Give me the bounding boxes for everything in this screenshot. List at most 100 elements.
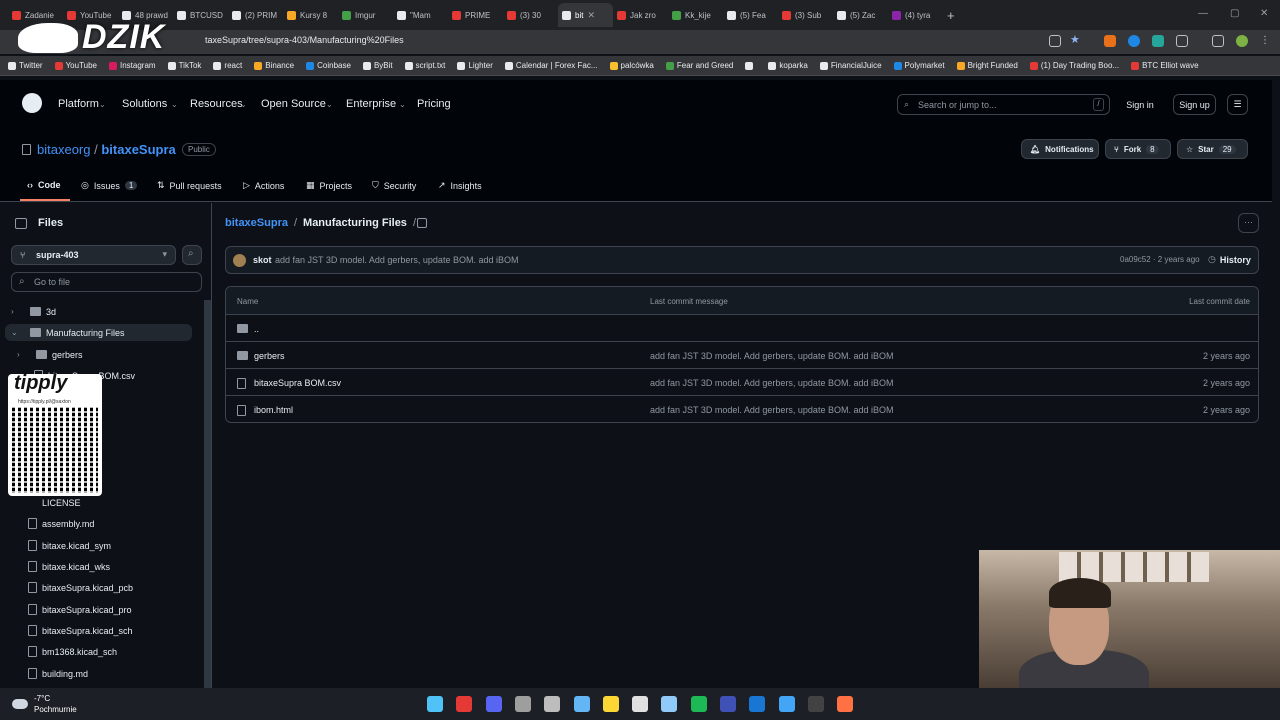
bookmark-item[interactable]: Coinbase <box>306 61 351 70</box>
bookmark-item[interactable]: palcówka <box>609 61 654 70</box>
media-icon[interactable] <box>1212 35 1224 47</box>
browser-tab[interactable]: BTCUSD <box>173 3 228 27</box>
sign-in-link[interactable]: Sign in <box>1122 94 1158 115</box>
browser-tab[interactable]: Kk_kije <box>668 3 723 27</box>
repo-name-link[interactable]: bitaxeSupra <box>101 142 175 157</box>
url-text[interactable]: taxeSupra/tree/supra-403/Manufacturing%2… <box>205 35 404 45</box>
nav-resources[interactable]: Resources <box>190 98 243 110</box>
discord-icon[interactable] <box>486 696 502 712</box>
tree-item-manufacturing-files[interactable]: ⌄ Manufacturing Files <box>5 324 192 341</box>
bookmark-item[interactable]: Calendar | Forex Fac... <box>504 61 598 70</box>
terminal-icon[interactable] <box>808 696 824 712</box>
browser-tab[interactable]: (3) Sub <box>778 3 833 27</box>
profile-avatar-icon[interactable] <box>1236 35 1248 47</box>
row-name[interactable]: ibom.html <box>254 405 293 415</box>
tab-code[interactable]: ‹› Code <box>27 180 61 190</box>
tab-insights[interactable]: ↗ Insights <box>438 180 482 191</box>
browser-tab[interactable]: "Mam <box>393 3 448 27</box>
chevron-right-icon[interactable]: › <box>11 307 19 316</box>
tree-item-license[interactable]: LICENSE <box>28 497 81 508</box>
spotify-icon[interactable] <box>691 696 707 712</box>
more-options-button[interactable]: ··· <box>1238 213 1259 233</box>
github-logo-icon[interactable] <box>22 93 42 113</box>
bookmark-item[interactable] <box>745 61 756 70</box>
install-icon[interactable] <box>1049 35 1061 47</box>
star-button[interactable]: ☆ Star 29 <box>1177 139 1248 159</box>
tab-actions[interactable]: ▷ Actions <box>243 180 284 191</box>
go-to-file-input[interactable]: ⌕ Go to file <box>11 272 202 292</box>
row-commit-message[interactable]: add fan JST 3D model. Add gerbers, updat… <box>650 351 893 361</box>
explorer-icon[interactable] <box>603 696 619 712</box>
bookmark-item[interactable]: Binance <box>254 61 294 70</box>
commit-author[interactable]: skot <box>253 255 272 265</box>
tree-item-kicad-sch[interactable]: bitaxeSupra.kicad_sch <box>28 625 133 636</box>
weather-widget[interactable]: -7°C Pochmurnie <box>12 693 77 715</box>
browser-tab[interactable]: Imgur <box>338 3 393 27</box>
tree-item-kicad-pcb[interactable]: bitaxeSupra.kicad_pcb <box>28 582 133 593</box>
bookmark-item[interactable]: Twitter <box>8 61 43 70</box>
table-row[interactable]: .. <box>226 315 1258 342</box>
chevron-right-icon[interactable]: › <box>17 350 25 359</box>
bookmark-item[interactable]: Bright Funded <box>956 61 1018 70</box>
tab-projects[interactable]: ▦ Projects <box>306 180 352 191</box>
repo-owner-link[interactable]: bitaxeorg <box>37 142 90 157</box>
chrome-icon[interactable] <box>456 696 472 712</box>
commit-meta[interactable]: 0a09c52 · 2 years ago <box>1120 255 1200 264</box>
network-icon[interactable] <box>661 696 677 712</box>
row-name[interactable]: .. <box>254 324 259 334</box>
tree-item-assembly-md[interactable]: assembly.md <box>28 518 94 529</box>
tree-item-3d[interactable]: › 3d <box>11 305 191 318</box>
steam-icon[interactable] <box>574 696 590 712</box>
browser-tab[interactable]: (4) tyra <box>888 3 943 27</box>
puzzle-icon[interactable] <box>1176 35 1188 47</box>
browser-tab[interactable]: (5) Fea <box>723 3 778 27</box>
nav-pricing[interactable]: Pricing <box>417 98 451 110</box>
file-search-button[interactable]: ⌕ <box>182 245 202 265</box>
bookmark-item[interactable]: koparka <box>768 61 808 70</box>
tree-item-kicad-sym[interactable]: bitaxe.kicad_sym <box>28 540 111 551</box>
minimize-icon[interactable]: — <box>1198 8 1208 19</box>
media-icon[interactable] <box>515 696 531 712</box>
history-button[interactable]: ◷ History <box>1208 254 1251 265</box>
windows-start-icon[interactable] <box>427 696 443 712</box>
obs-icon[interactable] <box>837 696 853 712</box>
sign-up-button[interactable]: Sign up <box>1173 94 1216 115</box>
tree-item-kicad-pro[interactable]: bitaxeSupra.kicad_pro <box>28 604 132 615</box>
chevron-down-icon[interactable]: ⌄ <box>11 328 19 337</box>
extension-icon[interactable] <box>1128 35 1140 47</box>
hamburger-menu-icon[interactable]: ☰ <box>1227 94 1248 115</box>
notifications-button[interactable]: 🔔︎ Notifications <box>1021 139 1099 159</box>
breadcrumb-root-link[interactable]: bitaxeSupra <box>225 217 288 229</box>
bookmark-item[interactable]: YouTube <box>54 61 97 70</box>
close-window-icon[interactable]: ✕ <box>1260 8 1268 19</box>
commit-message[interactable]: add fan JST 3D model. Add gerbers, updat… <box>275 255 518 265</box>
browser-tab[interactable]: Kursy 8 <box>283 3 338 27</box>
row-commit-message[interactable]: add fan JST 3D model. Add gerbers, updat… <box>650 405 893 415</box>
tree-item-building-md[interactable]: building.md <box>28 668 88 679</box>
browser-tab[interactable]: bit ✕ <box>558 3 613 27</box>
tree-item-bm1368[interactable]: bm1368.kicad_sch <box>28 646 117 657</box>
bookmark-item[interactable]: script.txt <box>404 61 445 70</box>
search-input[interactable]: ⌕ Search or jump to... / <box>897 94 1110 115</box>
bookmark-item[interactable]: Instagram <box>109 61 156 70</box>
table-row[interactable]: ibom.html add fan JST 3D model. Add gerb… <box>226 396 1258 422</box>
app-icon[interactable] <box>632 696 648 712</box>
browser-tab[interactable]: Jak zro <box>613 3 668 27</box>
extension-icon[interactable] <box>1152 35 1164 47</box>
bookmark-item[interactable]: react <box>213 61 242 70</box>
bookmark-item[interactable]: BTC Elliot wave <box>1131 61 1199 70</box>
tree-item-gerbers[interactable]: › gerbers <box>17 348 187 361</box>
nav-solutions[interactable]: Solutions <box>122 98 167 110</box>
row-commit-message[interactable]: add fan JST 3D model. Add gerbers, updat… <box>650 378 893 388</box>
table-row[interactable]: gerbers add fan JST 3D model. Add gerber… <box>226 342 1258 369</box>
tab-pull-requests[interactable]: ⇅ Pull requests <box>157 180 222 191</box>
bookmark-item[interactable]: Fear and Greed <box>665 61 733 70</box>
nav-enterprise[interactable]: Enterprise <box>346 98 396 110</box>
row-name[interactable]: gerbers <box>254 351 285 361</box>
bookmark-item[interactable]: (1) Day Trading Boo... <box>1029 61 1119 70</box>
settings-icon[interactable] <box>544 696 560 712</box>
nav-open-source[interactable]: Open Source <box>261 98 326 110</box>
sidebar-scrollbar[interactable] <box>204 300 211 688</box>
app2-icon[interactable] <box>720 696 736 712</box>
browser-tab[interactable]: (3) 30 <box>503 3 558 27</box>
